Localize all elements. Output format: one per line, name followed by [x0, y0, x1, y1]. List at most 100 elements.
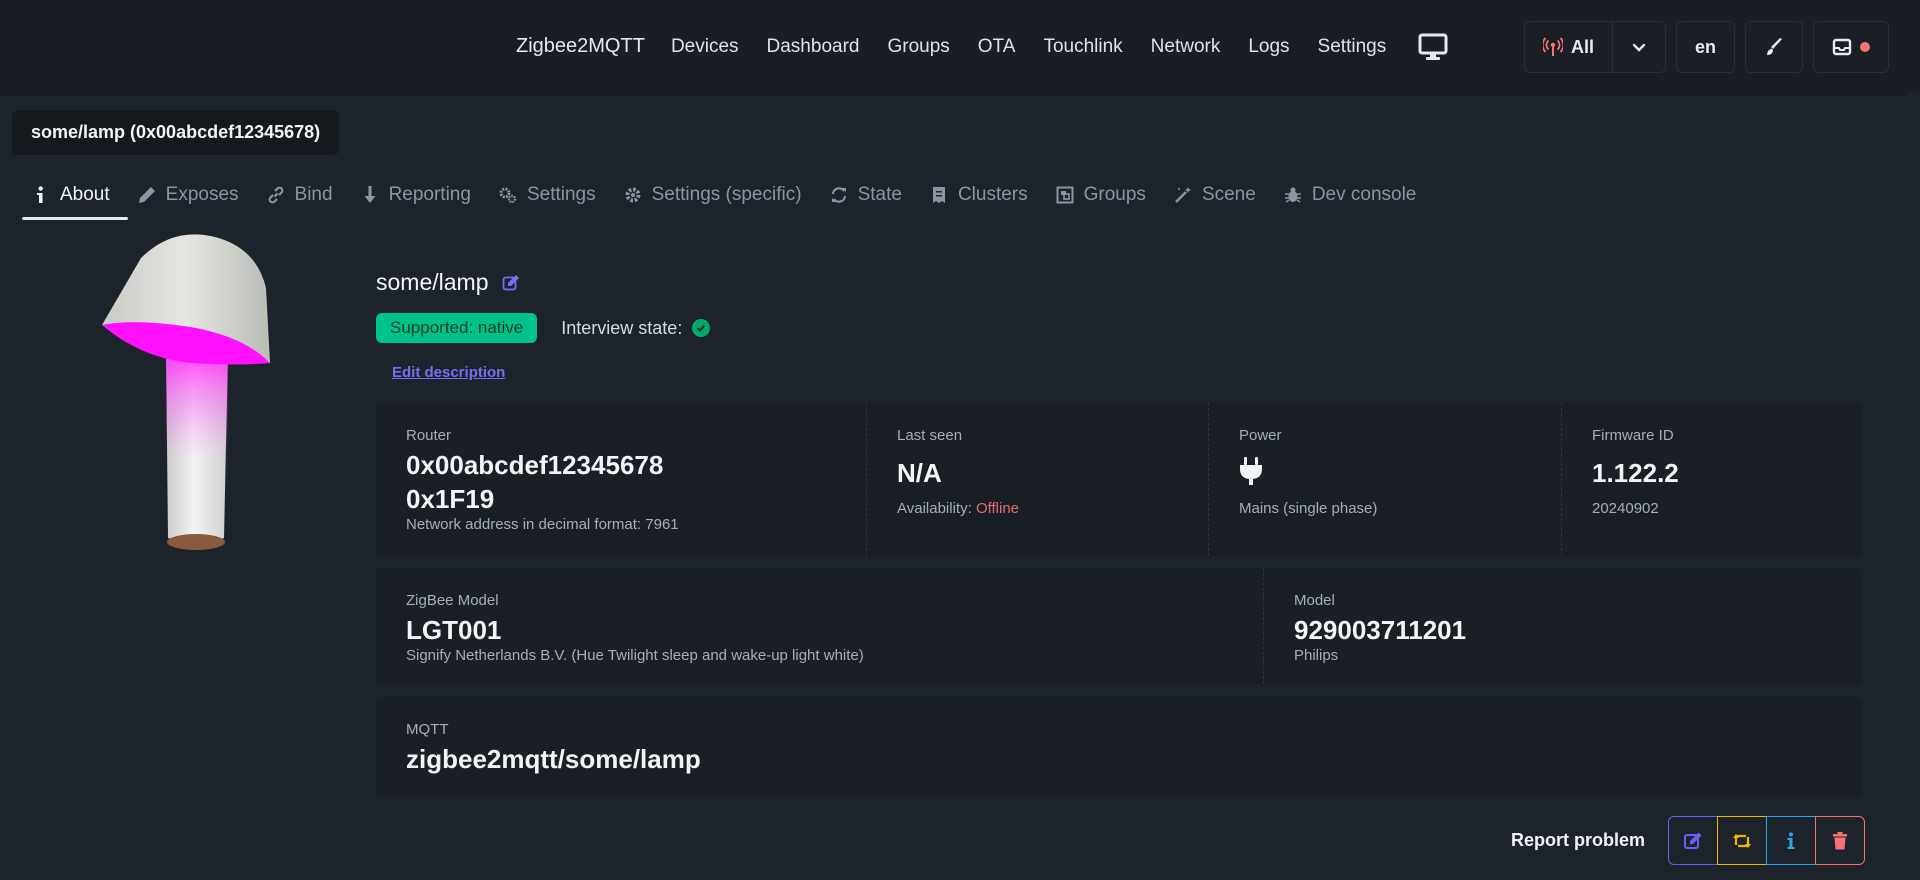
- router-ieee-address[interactable]: 0x00abcdef12345678: [406, 448, 836, 482]
- edit-name-icon[interactable]: [502, 274, 520, 292]
- nav-touchlink[interactable]: Touchlink: [1029, 36, 1136, 58]
- tab-label: Dev console: [1311, 184, 1417, 205]
- stat-title: Router: [406, 427, 452, 444]
- nav-network[interactable]: Network: [1137, 36, 1235, 58]
- device-actions: [1668, 816, 1865, 865]
- stat-model: Model 929003711201 Philips: [1263, 568, 1824, 684]
- navbar: Zigbee2MQTT Devices Dashboard Groups OTA…: [0, 0, 1920, 93]
- wand-icon: [1175, 187, 1191, 203]
- rename-device-button[interactable]: [1668, 816, 1718, 865]
- mqtt-topic-value: zigbee2mqtt/some/lamp: [406, 744, 701, 774]
- stat-desc: Signify Netherlands B.V. (Hue Twilight s…: [406, 647, 864, 664]
- brand-link[interactable]: Zigbee2MQTT: [504, 35, 657, 58]
- last-seen-value: N/A: [897, 458, 942, 488]
- stats-row-model: ZigBee Model LGT001 Signify Netherlands …: [376, 568, 1862, 684]
- download-icon: [364, 186, 376, 203]
- edit-description-link[interactable]: Edit description: [392, 364, 505, 381]
- device-name-row: some/lamp: [376, 269, 520, 296]
- tab-label: Reporting: [388, 184, 471, 205]
- theme-button[interactable]: [1746, 22, 1802, 72]
- trash-icon: [1833, 831, 1847, 849]
- notifications-group: [1813, 21, 1889, 73]
- stat-title: ZigBee Model: [406, 592, 499, 609]
- language-button[interactable]: en: [1676, 22, 1734, 72]
- nav-links: Zigbee2MQTT Devices Dashboard Groups OTA…: [504, 0, 1448, 93]
- scrollbar[interactable]: [1908, 93, 1920, 880]
- interview-button[interactable]: [1766, 816, 1816, 865]
- interview-label: Interview state:: [561, 317, 683, 338]
- tab-dev-console[interactable]: Dev console: [1274, 172, 1435, 218]
- nav-groups[interactable]: Groups: [873, 36, 963, 58]
- stat-power: Power Mains (single phase): [1208, 403, 1561, 556]
- stat-firmware: Firmware ID 1.122.2 20240902: [1561, 403, 1862, 556]
- bug-icon: [1284, 187, 1301, 203]
- notification-dot: [1860, 42, 1870, 52]
- filter-label: All: [1570, 36, 1594, 57]
- reconfigure-button[interactable]: [1717, 816, 1767, 865]
- filter-group: All: [1523, 21, 1666, 73]
- stats-row-network: Router 0x00abcdef12345678 0x1F19 Network…: [376, 403, 1862, 556]
- nav-devices[interactable]: Devices: [657, 36, 753, 58]
- tab-label: Settings (specific): [651, 184, 802, 205]
- stat-title: MQTT: [406, 721, 449, 738]
- rotate-icon: [831, 187, 846, 203]
- report-problem-link[interactable]: Report problem: [1511, 830, 1645, 851]
- stats-row-mqtt: MQTT zigbee2mqtt/some/lamp: [376, 697, 1862, 797]
- nav-settings[interactable]: Settings: [1304, 36, 1401, 58]
- stat-last-seen: Last seen N/A Availability: Offline: [866, 403, 1207, 556]
- tab-exposes[interactable]: Exposes: [128, 172, 257, 218]
- info-icon: [1787, 832, 1795, 849]
- device-image: [102, 234, 270, 550]
- tab-state[interactable]: State: [820, 172, 920, 218]
- inbox-icon: [1832, 38, 1852, 56]
- power-icon-wrap: [1239, 456, 1531, 490]
- tab-reporting[interactable]: Reporting: [351, 172, 489, 218]
- stat-desc: Mains (single phase): [1239, 500, 1378, 517]
- display-icon[interactable]: [1418, 33, 1448, 61]
- stat-title: Firmware ID: [1592, 427, 1674, 444]
- notifications-button[interactable]: [1814, 22, 1888, 72]
- plug-icon: [1240, 457, 1262, 485]
- filter-all-button[interactable]: All: [1524, 22, 1612, 72]
- info-icon: [37, 186, 43, 203]
- model-vendor: Philips: [1294, 647, 1339, 664]
- tab-label: Settings: [526, 184, 596, 205]
- tab-settings[interactable]: Settings: [489, 172, 614, 218]
- filter-dropdown-button[interactable]: [1611, 22, 1665, 72]
- tab-settings-specific[interactable]: Settings (specific): [614, 172, 820, 218]
- firmware-date: 20240902: [1592, 500, 1659, 517]
- firmware-version: 1.122.2: [1592, 458, 1679, 488]
- model-value[interactable]: 929003711201: [1294, 613, 1794, 647]
- tab-label: Scene: [1201, 184, 1256, 205]
- tab-label: State: [857, 184, 902, 205]
- remove-device-button[interactable]: [1815, 816, 1865, 865]
- tab-bind[interactable]: Bind: [257, 172, 351, 218]
- availability-label: Availability:: [897, 500, 972, 517]
- nav-dashboard[interactable]: Dashboard: [753, 36, 874, 58]
- check-circle-icon: [692, 319, 711, 337]
- device-title: some/lamp (0x00abcdef12345678): [12, 110, 340, 155]
- tab-clusters[interactable]: Clusters: [920, 172, 1046, 218]
- stat-router: Router 0x00abcdef12345678 0x1F19 Network…: [376, 403, 866, 556]
- receipt-icon: [932, 187, 945, 203]
- tab-about[interactable]: About: [22, 172, 128, 220]
- stat-zigbee-model: ZigBee Model LGT001 Signify Netherlands …: [376, 568, 1256, 684]
- interview-state: Interview state:: [561, 317, 711, 339]
- link-icon: [268, 186, 283, 204]
- retweet-icon: [1733, 833, 1751, 848]
- availability: Availability: Offline: [897, 500, 1177, 517]
- nav-logs[interactable]: Logs: [1234, 36, 1303, 58]
- stat-desc: Network address in decimal format: 7961: [406, 516, 679, 533]
- zigbee-model-value: LGT001: [406, 615, 502, 645]
- stat-title: Model: [1294, 592, 1335, 609]
- device-badges: Supported: native Interview state:: [376, 313, 711, 343]
- tab-label: Bind: [294, 184, 333, 205]
- tab-label: Exposes: [165, 184, 239, 205]
- tab-scene[interactable]: Scene: [1164, 172, 1274, 218]
- tab-label: About: [60, 184, 110, 205]
- device-name: some/lamp: [376, 269, 489, 295]
- nav-right: All en: [1523, 21, 1889, 73]
- nav-ota[interactable]: OTA: [964, 36, 1030, 58]
- tab-groups[interactable]: Groups: [1046, 172, 1164, 218]
- gears-icon: [499, 187, 517, 204]
